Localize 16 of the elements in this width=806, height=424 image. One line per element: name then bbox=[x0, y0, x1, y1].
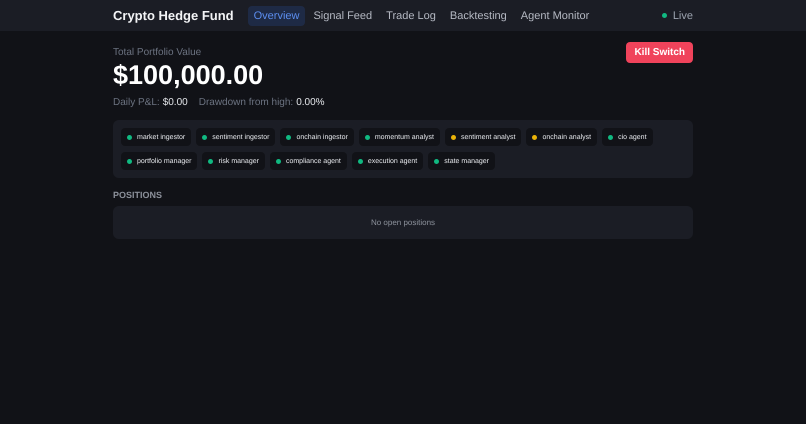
nav-tab[interactable]: Signal Feed bbox=[307, 6, 378, 26]
drawdown-value: 0.00% bbox=[296, 97, 325, 108]
daily-pnl-value: $0.00 bbox=[162, 97, 188, 108]
status-label: Live bbox=[672, 10, 693, 22]
app-title: Crypto Hedge Fund bbox=[113, 8, 234, 23]
nav-tab[interactable]: Overview bbox=[248, 6, 306, 26]
empty-message: No open positions bbox=[370, 218, 436, 227]
section-heading: POSITIONS bbox=[113, 190, 164, 200]
nav-tab[interactable]: Backtesting bbox=[444, 6, 513, 26]
portfolio-value: $100,000.00 bbox=[113, 60, 264, 91]
nav-tab[interactable]: Trade Log bbox=[380, 6, 442, 26]
daily-pnl-label: Daily P&L: bbox=[113, 97, 160, 108]
drawdown-label: Drawdown from high: bbox=[198, 97, 294, 108]
nav-tab[interactable]: Agent Monitor bbox=[514, 6, 596, 26]
kill-switch-button[interactable]: Kill Switch bbox=[626, 42, 693, 63]
portfolio-label: Total Portfolio Value bbox=[113, 47, 202, 58]
